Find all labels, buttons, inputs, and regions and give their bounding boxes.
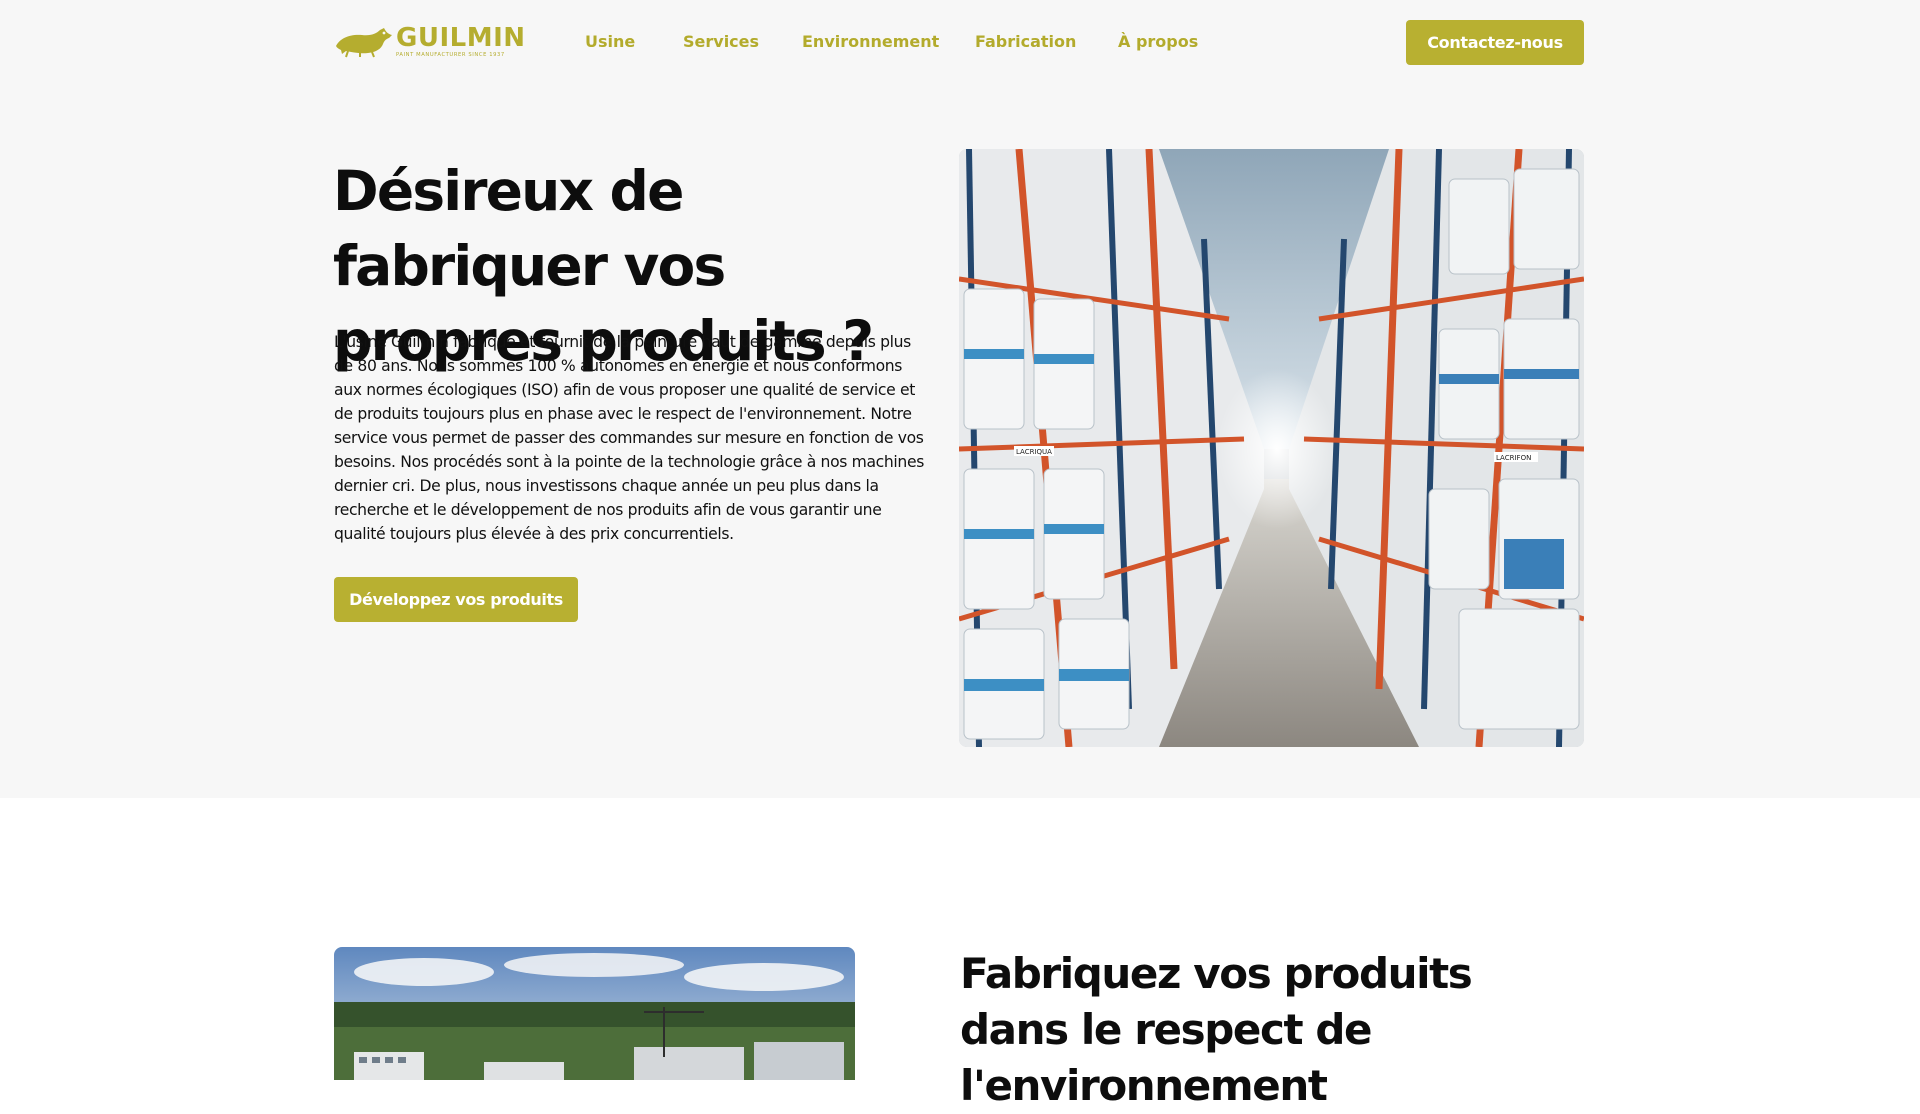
brand-tagline: PAINT MANUFACTURER SINCE 1937 [396,52,505,58]
section-title: Fabriquez vos produits dans le respect d… [960,949,1473,1110]
environment-section: Fabriquez vos produits dans le respect d… [0,798,1920,1110]
nav-item-a-propos[interactable]: À propos [1118,32,1198,51]
site-header: GUILMIN PAINT MANUFACTURER SINCE 1937 Us… [0,0,1920,84]
nav-item-fabrication[interactable]: Fabrication [975,32,1076,51]
warehouse-image: LACRIQUA LACRIFON [959,149,1584,747]
nav-item-environnement[interactable]: Environnement [802,32,939,51]
hero-section: Désireux de fabriquer vos propres produi… [0,84,1920,798]
develop-products-button[interactable]: Développez vos produits [334,577,578,622]
chameleon-icon [336,28,392,58]
nav-item-services[interactable]: Services [683,32,759,51]
brand-name: GUILMIN [396,23,526,53]
hero-description: L'usine Guilmin fabrique et fournit de l… [334,333,924,543]
nav-item-usine[interactable]: Usine [585,32,635,51]
shelf-label-right: LACRIFON [1496,454,1531,462]
factory-aerial-image [334,947,855,1080]
shelf-label-left: LACRIQUA [1016,448,1052,456]
brand-logo[interactable]: GUILMIN PAINT MANUFACTURER SINCE 1937 [334,24,528,60]
contact-button[interactable]: Contactez-nous [1406,20,1584,65]
